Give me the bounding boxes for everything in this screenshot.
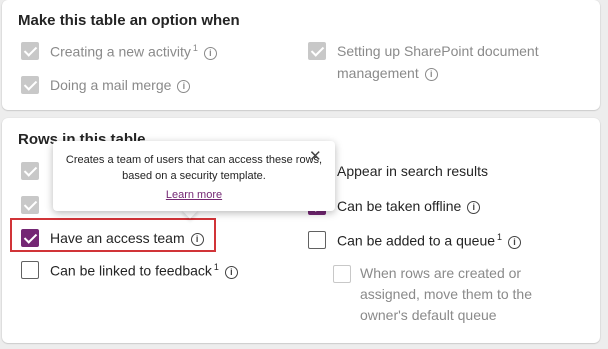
hidden-option-checkbox[interactable] xyxy=(21,196,39,214)
close-icon[interactable]: ✕ xyxy=(309,147,322,165)
feedback-label: Can be linked to feedback 1 i xyxy=(50,262,238,279)
access-team-tooltip: Creates a team of users that can access … xyxy=(53,141,335,211)
creating-activity-checkbox[interactable] xyxy=(21,42,39,60)
sharepoint-checkbox[interactable] xyxy=(308,42,326,60)
hidden-option-checkbox[interactable] xyxy=(21,162,39,180)
offline-label: Can be taken offline i xyxy=(337,198,481,214)
queue-checkbox[interactable] xyxy=(308,231,326,249)
info-icon[interactable]: i xyxy=(467,201,481,214)
access-team-highlight xyxy=(10,218,216,252)
feedback-checkbox[interactable] xyxy=(21,261,39,279)
info-icon[interactable]: i xyxy=(203,46,217,60)
creating-activity-label: Creating a new activity 1 i xyxy=(50,43,217,60)
default-queue-label: When rows are created or assigned, move … xyxy=(360,265,532,323)
info-icon[interactable]: i xyxy=(177,80,191,93)
section-title-options: Make this table an option when xyxy=(18,12,240,29)
queue-label: Can be added to a queue 1 i xyxy=(337,232,522,249)
tooltip-text: Creates a team of users that can access … xyxy=(65,154,323,182)
info-icon[interactable]: i xyxy=(224,265,238,279)
learn-more-link[interactable]: Learn more xyxy=(53,189,335,201)
default-queue-checkbox[interactable] xyxy=(333,265,351,283)
info-icon[interactable]: i xyxy=(508,235,522,249)
mail-merge-checkbox[interactable] xyxy=(21,76,39,94)
search-results-label: Appear in search results xyxy=(337,163,488,179)
info-icon[interactable]: i xyxy=(424,68,438,81)
sharepoint-label: Setting up SharePoint document managemen… xyxy=(337,43,539,81)
options-card: Make this table an option when Creating … xyxy=(2,0,600,110)
mail-merge-label: Doing a mail merge i xyxy=(50,77,191,93)
